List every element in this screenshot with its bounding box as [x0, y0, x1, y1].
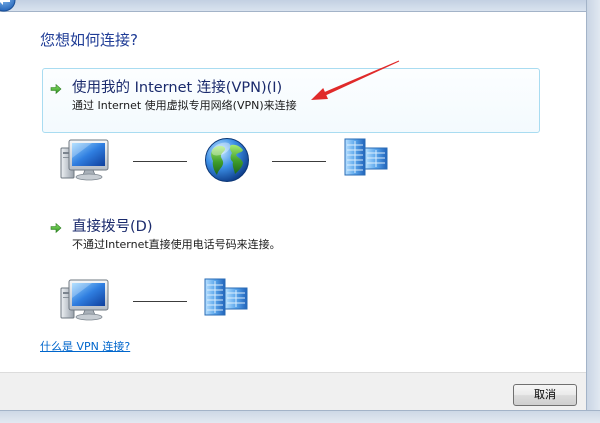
- connector-line: [133, 161, 187, 162]
- connector-line: [272, 161, 326, 162]
- window-title-bar: [0, 0, 600, 12]
- option-title: 直接拨号(D): [72, 219, 153, 235]
- green-arrow-icon: [50, 83, 62, 95]
- option-title: 使用我的 Internet 连接(VPN)(I): [72, 80, 283, 96]
- help-link-vpn[interactable]: 什么是 VPN 连接?: [40, 339, 130, 355]
- green-arrow-icon: [50, 222, 62, 234]
- back-button[interactable]: [0, 0, 16, 12]
- option-direct-dial[interactable]: 直接拨号(D) 不通过Internet直接使用电话号码来连接。: [42, 207, 540, 272]
- window-frame-bottom: [0, 410, 600, 423]
- internet-globe-icon: [205, 138, 249, 182]
- connector-line: [133, 301, 187, 302]
- page-title: 您想如何连接?: [40, 31, 138, 49]
- computer-icon: [60, 279, 109, 321]
- computer-icon: [60, 139, 109, 181]
- cancel-button[interactable]: 取消: [513, 384, 577, 406]
- window-frame-right: [586, 0, 600, 423]
- option-description: 不通过Internet直接使用电话号码来连接。: [72, 238, 281, 251]
- option-internet-vpn[interactable]: 使用我的 Internet 连接(VPN)(I) 通过 Internet 使用虚…: [42, 68, 540, 133]
- command-area: [0, 372, 586, 410]
- option-description: 通过 Internet 使用虚拟专用网络(VPN)来连接: [72, 99, 297, 112]
- workplace-network-icon: [204, 278, 248, 316]
- workplace-network-icon: [344, 138, 388, 176]
- back-arrow-icon: [0, 0, 16, 12]
